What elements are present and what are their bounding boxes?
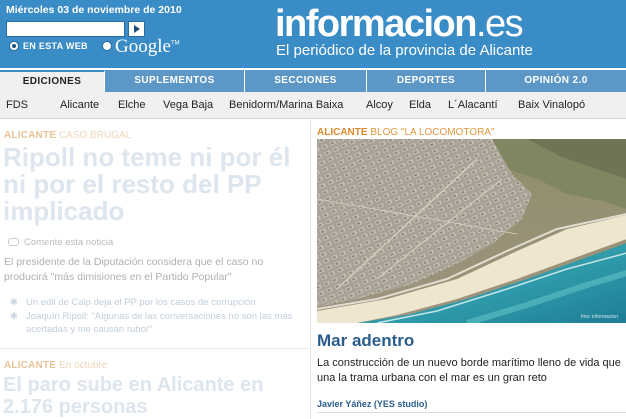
kicker-topic[interactable]: CASO BRUGAL [59, 130, 131, 141]
google-logo: GoogleTM [115, 36, 180, 57]
subnav-item-elda[interactable]: Elda [409, 99, 431, 111]
subnav-item-benidorm[interactable]: Benidorm/Marina Baixa [229, 99, 343, 111]
photo-credit: foto: informacion [581, 314, 618, 320]
tab-deportes[interactable]: DEPORTES [367, 70, 486, 92]
site-tagline: El periódico de la provincia de Alicante [276, 42, 533, 59]
comment-icon [8, 238, 19, 246]
tab-ediciones[interactable]: EDICIONES [0, 70, 105, 92]
logo-name: informacion [275, 3, 477, 45]
bullet-icon: ✱ [10, 311, 18, 322]
site-logo[interactable]: informacion.es [275, 2, 524, 46]
tab-secciones[interactable]: SECCIONES [245, 70, 367, 92]
tab-opinion[interactable]: OPINIÓN 2.0 [486, 70, 626, 92]
related-link[interactable]: ✱ Un edil de Calp deja el PP por los caso… [10, 296, 306, 309]
featured-aerial-photo[interactable]: foto: informacion [317, 139, 626, 323]
search-scope-web-label: EN ESTA WEB [23, 41, 88, 51]
story-divider [0, 348, 308, 349]
comment-link[interactable]: Comente esta noticia [8, 237, 113, 248]
featured-summary: La construcción de un nuevo borde maríti… [317, 357, 621, 384]
aerial-coast-image [317, 139, 626, 323]
related-link-text: Un edil de Calp deja el PP por los casos… [26, 297, 256, 308]
subnav-item-alcoy[interactable]: Alcoy [366, 99, 393, 111]
comment-link-label: Comente esta noticia [24, 237, 114, 248]
bullet-icon: ✱ [10, 297, 18, 308]
subnav-item-vega-baja[interactable]: Vega Baja [163, 99, 213, 111]
story-kicker: ALICANTE CASO BRUGAL [4, 130, 131, 141]
tab-suplementos[interactable]: SUPLEMENTOS [105, 70, 245, 92]
search-scope-google-radio[interactable] [102, 41, 112, 51]
main-nav: EDICIONES SUPLEMENTOS SECCIONES DEPORTES… [0, 70, 626, 92]
subnav-item-fds[interactable]: FDS [6, 99, 28, 111]
featured-kicker: ALICANTE BLOG "LA LOCOMOTORA" [317, 127, 495, 138]
editions-subnav: FDS Alicante Elche Vega Baja Benidorm/Ma… [0, 92, 626, 119]
kicker-section[interactable]: ALICANTE [317, 127, 368, 138]
subnav-item-baix-vinalopo[interactable]: Baix Vinalopó [518, 99, 585, 111]
left-news-column: ALICANTE CASO BRUGAL Ripoll no teme ni p… [0, 120, 308, 419]
kicker-section[interactable]: ALICANTE [4, 130, 56, 141]
featured-blog-column: ALICANTE BLOG "LA LOCOMOTORA" foto: info… [310, 120, 626, 419]
search-input[interactable] [6, 21, 125, 37]
story-headline[interactable]: El paro sube en Alicante en 2.176 person… [3, 374, 303, 418]
story-summary: El presidente de la Diputación considera… [4, 256, 264, 283]
featured-byline[interactable]: Javier Yáñez (YES studio) [317, 399, 427, 409]
story-headline[interactable]: Ripoll no teme ni por él ni por el resto… [3, 144, 303, 225]
google-logo-text: Google [115, 36, 171, 57]
featured-divider [317, 412, 626, 413]
search-submit-button[interactable] [128, 21, 145, 37]
related-link-text: Joaquín Ripoll: "Algunas de las conversa… [26, 311, 293, 335]
kicker-topic[interactable]: BLOG "LA LOCOMOTORA" [370, 127, 494, 138]
current-date: Miércoles 03 de noviembre de 2010 [6, 4, 182, 16]
site-header: Miércoles 03 de noviembre de 2010 EN EST… [0, 0, 626, 68]
subnav-item-alicante[interactable]: Alicante [60, 99, 99, 111]
subnav-item-lalacanti[interactable]: L´Alacantí [448, 99, 498, 111]
story-kicker: ALICANTE En octubre [4, 360, 107, 371]
search-scope-web-radio[interactable] [9, 41, 19, 51]
kicker-topic[interactable]: En octubre [59, 360, 107, 371]
featured-headline[interactable]: Mar adentro [317, 331, 414, 351]
related-link[interactable]: ✱ Joaquín Ripoll: "Algunas de las convers… [10, 310, 306, 336]
subnav-item-elche[interactable]: Elche [118, 99, 146, 111]
go-arrow-icon [134, 25, 140, 33]
logo-tld: .es [475, 3, 524, 45]
kicker-section[interactable]: ALICANTE [4, 360, 56, 371]
